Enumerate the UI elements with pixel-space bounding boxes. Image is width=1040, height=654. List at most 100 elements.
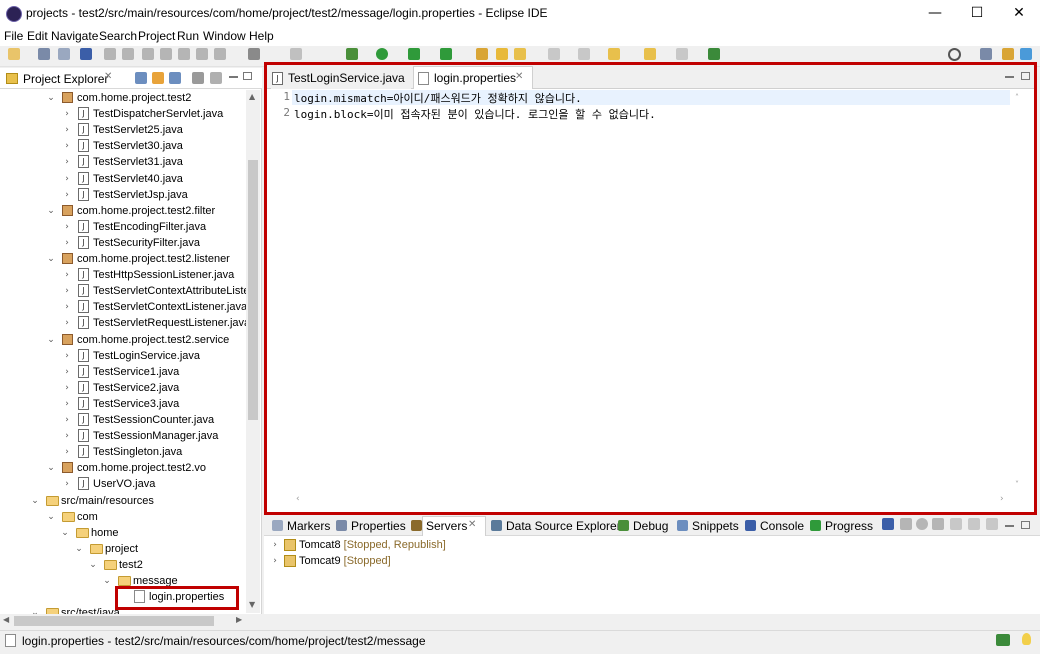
tree-toggle-chevron-icon[interactable]: ›	[62, 219, 72, 235]
menu-window[interactable]: Window	[203, 28, 246, 44]
tree-item-folder[interactable]: ⌄ com	[0, 509, 246, 525]
step-over-icon[interactable]	[214, 48, 226, 60]
tab-data-source-explorer[interactable]: Data Source Explorer	[491, 518, 621, 534]
panel-maximize-icon[interactable]	[1021, 521, 1030, 529]
debug-icon[interactable]	[346, 48, 358, 60]
tree-item-java[interactable]: › J TestLoginService.java	[0, 348, 246, 364]
tree-item-java[interactable]: › J TestServlet30.java	[0, 138, 246, 154]
menu-run[interactable]: Run	[177, 28, 199, 44]
collapse-all-icon[interactable]	[135, 72, 147, 84]
tree-toggle-chevron-icon[interactable]: ›	[62, 364, 72, 380]
tree-toggle-chevron-icon[interactable]: ›	[62, 187, 72, 203]
editor-maximize-icon[interactable]	[1021, 72, 1030, 80]
save-all-icon[interactable]	[58, 48, 70, 60]
tab-servers[interactable]: Servers	[411, 518, 467, 534]
tree-item-package[interactable]: ⌄ com.home.project.test2.listener	[0, 251, 246, 267]
tree-toggle-chevron-icon[interactable]: ›	[62, 283, 72, 299]
link-with-editor-icon[interactable]	[152, 72, 164, 84]
code-line-2[interactable]: login.block=이미 접속자된 분이 있습니다. 로그인을 할 수 없습…	[294, 106, 656, 122]
collapse-icon[interactable]	[882, 518, 894, 530]
run-external-icon[interactable]	[440, 48, 452, 60]
prev-annotation-icon[interactable]	[578, 48, 590, 60]
next-annotation-icon[interactable]	[548, 48, 560, 60]
open-perspective-icon[interactable]	[980, 48, 992, 60]
maximize-button[interactable]: ☐	[954, 0, 1000, 28]
tree-toggle-chevron-icon[interactable]: ›	[62, 428, 72, 444]
tree-toggle-chevron-icon[interactable]: ⌄	[46, 332, 56, 348]
tab-markers[interactable]: Markers	[272, 518, 330, 534]
back-icon[interactable]	[644, 48, 656, 60]
code-line-1[interactable]: login.mismatch=아이디/패스워드가 정확하지 않습니다.	[294, 90, 582, 106]
start-server-icon[interactable]	[916, 518, 928, 530]
tree-toggle-chevron-icon[interactable]: ›	[62, 154, 72, 170]
tree-toggle-chevron-icon[interactable]: ⌄	[30, 493, 40, 509]
tree-toggle-chevron-icon[interactable]: ⌄	[60, 525, 70, 541]
scroll-right-icon[interactable]: ▶	[236, 615, 242, 624]
tree-item-folder[interactable]: ⌄ project	[0, 541, 246, 557]
tip-lightbulb-icon[interactable]	[1022, 633, 1031, 645]
tree-toggle-chevron-icon[interactable]: ›	[62, 412, 72, 428]
search-tool-icon[interactable]	[514, 48, 526, 60]
tree-item-package[interactable]: ⌄ com.home.project.test2.filter	[0, 203, 246, 219]
tree-item-srcfolder[interactable]: ⌄ src/main/resources	[0, 493, 246, 509]
tree-item-java[interactable]: › J TestServlet25.java	[0, 122, 246, 138]
tab-testloginservice[interactable]: TestLoginService.java	[288, 67, 405, 89]
explorer-hscroll-thumb[interactable]	[14, 616, 214, 626]
clean-icon[interactable]	[986, 518, 998, 530]
more-icon[interactable]	[210, 72, 222, 84]
tree-item-java[interactable]: › J TestSessionManager.java	[0, 428, 246, 444]
tree-item-java[interactable]: › J TestHttpSessionListener.java	[0, 267, 246, 283]
explorer-scroll-thumb[interactable]	[248, 160, 258, 420]
tab-debug[interactable]: Debug	[618, 518, 668, 534]
filter-icon[interactable]	[169, 72, 181, 84]
tree-toggle-chevron-icon[interactable]: ⌄	[46, 203, 56, 219]
tree-toggle-chevron-icon[interactable]: ›	[62, 235, 72, 251]
editor-vertical-scrollbar[interactable]	[1011, 89, 1031, 497]
tab-properties[interactable]: Properties	[336, 518, 406, 534]
view-menu-icon[interactable]	[192, 72, 204, 84]
maximize-view-icon[interactable]	[243, 72, 252, 80]
run-icon[interactable]	[376, 48, 388, 60]
tree-item-java[interactable]: › J TestServletContextListener.java	[0, 299, 246, 315]
editor-text-area[interactable]	[267, 89, 1034, 512]
tree-item-java[interactable]: › J TestService1.java	[0, 364, 246, 380]
forward-icon[interactable]	[676, 48, 688, 60]
menu-help[interactable]: Help	[249, 28, 274, 44]
tree-toggle-chevron-icon[interactable]: ⌄	[102, 573, 112, 589]
editor-scroll-down-icon[interactable]: ˅	[1015, 480, 1019, 489]
tab-progress[interactable]: Progress	[810, 518, 873, 534]
editor-scroll-left-icon[interactable]: ‹	[296, 494, 300, 504]
tree-item-java[interactable]: › J TestEncodingFilter.java	[0, 219, 246, 235]
menu-file[interactable]: File	[4, 28, 23, 44]
tree-toggle-chevron-icon[interactable]: ›	[62, 380, 72, 396]
project-explorer-tab[interactable]: Project Explorer	[23, 72, 108, 86]
tree-toggle-chevron-icon[interactable]: ⌄	[88, 557, 98, 573]
tree-toggle-chevron-icon[interactable]: ⌄	[46, 90, 56, 106]
tree-toggle-chevron-icon[interactable]: ›	[62, 315, 72, 331]
tree-item-package[interactable]: ⌄ com.home.project.test2	[0, 90, 246, 106]
coverage-icon[interactable]	[408, 48, 420, 60]
menu-project[interactable]: Project	[138, 28, 175, 44]
tree-item-java[interactable]: › J UserVO.java	[0, 476, 246, 492]
profile-server-icon[interactable]	[932, 518, 944, 530]
close-button[interactable]: ✕	[996, 0, 1040, 28]
tree-toggle-chevron-icon[interactable]: ›	[62, 267, 72, 283]
tree-toggle-chevron-icon[interactable]: ›	[62, 299, 72, 315]
tree-item-folder[interactable]: ⌄ home	[0, 525, 246, 541]
tree-item-java[interactable]: › J TestService2.java	[0, 380, 246, 396]
search-icon[interactable]	[948, 48, 961, 61]
menu-navigate[interactable]: Navigate	[51, 28, 98, 44]
tree-item-java[interactable]: › J TestDispatcherServlet.java	[0, 106, 246, 122]
servers-tab-close-icon[interactable]: ✕	[468, 519, 476, 530]
panel-minimize-icon[interactable]	[1005, 525, 1014, 527]
tree-item-java[interactable]: › J TestService3.java	[0, 396, 246, 412]
tree-item-java[interactable]: › J TestServletContextAttributeListe	[0, 283, 246, 299]
disconnect-icon[interactable]	[178, 48, 190, 60]
expand-chevron-icon[interactable]: ›	[270, 556, 280, 566]
menu-edit[interactable]: Edit	[27, 28, 48, 44]
java-ee-perspective-icon[interactable]	[1002, 48, 1014, 60]
tree-item-folder[interactable]: ⌄ test2	[0, 557, 246, 573]
publish-icon[interactable]	[968, 518, 980, 530]
tree-item-java[interactable]: › J TestServletRequestListener.java	[0, 315, 246, 331]
open-task-icon[interactable]	[496, 48, 508, 60]
